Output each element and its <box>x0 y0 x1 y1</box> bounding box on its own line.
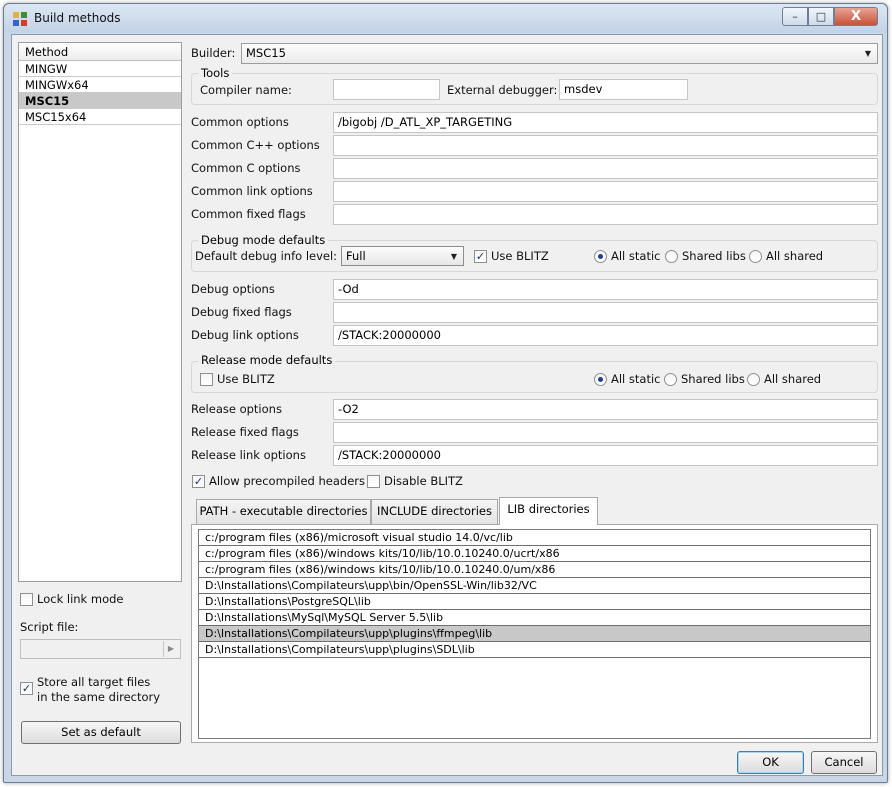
release-all-static-label: All static <box>611 372 661 386</box>
compiler-name-label: Compiler name: <box>200 83 292 97</box>
release-options-label: Release options <box>191 402 282 416</box>
common-cpp-options-input[interactable] <box>333 135 878 156</box>
script-file-label: Script file: <box>20 620 79 634</box>
ok-button[interactable]: OK <box>737 751 804 774</box>
list-item[interactable]: D:\Installations\Compilateurs\upp\plugin… <box>199 642 870 658</box>
debug-fixed-flags-input[interactable] <box>333 302 878 323</box>
debug-all-shared-label: All shared <box>766 249 824 263</box>
debug-link-options-label: Debug link options <box>191 328 299 342</box>
common-c-options-input[interactable] <box>333 158 878 179</box>
list-item[interactable]: D:\Installations\PostgreSQL\lib <box>199 594 870 610</box>
common-fixed-flags-label: Common fixed flags <box>191 207 306 221</box>
list-item[interactable]: c:/program files (x86)/windows kits/10/l… <box>199 562 870 578</box>
builder-value: MSC15 <box>246 46 286 60</box>
release-defaults-title: Release mode defaults <box>198 353 336 367</box>
debug-options-input[interactable]: -Od <box>333 279 878 300</box>
builder-select[interactable]: MSC15 ▼ <box>241 43 878 64</box>
list-item[interactable]: c:/program files (x86)/microsoft visual … <box>199 530 870 546</box>
list-item[interactable]: D:\Installations\Compilateurs\upp\bin/Op… <box>199 578 870 594</box>
common-cpp-options-label: Common C++ options <box>191 138 320 152</box>
debug-link-options-input[interactable]: /STACK:20000000 <box>333 325 878 346</box>
external-debugger-label: External debugger: <box>447 83 558 97</box>
tab-path-directories[interactable]: PATH - executable directories <box>196 499 371 524</box>
release-fixed-flags-input[interactable] <box>333 422 878 443</box>
app-icon <box>13 12 27 26</box>
debug-shared-libs-label: Shared libs <box>682 249 746 263</box>
release-all-shared-radio[interactable] <box>747 373 760 386</box>
release-link-options-input[interactable]: /STACK:20000000 <box>333 445 878 466</box>
external-debugger-input[interactable]: msdev <box>559 79 688 100</box>
tab-include-directories[interactable]: INCLUDE directories <box>371 499 498 524</box>
build-methods-window: Build methods – □ X Method MINGW MINGWx6… <box>3 3 888 783</box>
common-c-options-label: Common C options <box>191 161 301 175</box>
lock-link-mode-checkbox[interactable] <box>20 593 33 606</box>
common-fixed-flags-input[interactable] <box>333 204 878 225</box>
debug-fixed-flags-label: Debug fixed flags <box>191 305 292 319</box>
method-list-header[interactable]: Method <box>19 43 181 61</box>
precompiled-headers-checkbox[interactable]: ✓ <box>192 475 205 488</box>
release-link-options-label: Release link options <box>191 448 306 462</box>
debug-defaults-title: Debug mode defaults <box>198 233 329 247</box>
debug-info-level-select[interactable]: Full ▼ <box>341 246 464 266</box>
list-item-selected[interactable]: D:\Installations\Compilateurs\upp\plugin… <box>199 626 870 642</box>
debug-use-blitz-checkbox[interactable]: ✓ <box>474 250 487 263</box>
common-link-options-label: Common link options <box>191 184 313 198</box>
debug-shared-libs-radio[interactable] <box>665 250 678 263</box>
common-options-label: Common options <box>191 115 289 129</box>
disable-blitz-label: Disable BLITZ <box>384 474 463 488</box>
maximize-button[interactable]: □ <box>808 7 834 26</box>
store-all-checkbox[interactable]: ✓ <box>20 682 33 695</box>
debug-info-level-value: Full <box>346 249 366 263</box>
release-use-blitz-checkbox[interactable] <box>200 373 213 386</box>
debug-options-label: Debug options <box>191 282 275 296</box>
debug-all-shared-radio[interactable] <box>749 250 762 263</box>
minimize-button[interactable]: – <box>782 7 808 26</box>
method-list[interactable]: Method MINGW MINGWx64 MSC15 MSC15x64 <box>18 42 182 582</box>
list-item[interactable]: c:/program files (x86)/windows kits/10/l… <box>199 546 870 562</box>
common-link-options-input[interactable] <box>333 181 878 202</box>
release-fixed-flags-label: Release fixed flags <box>191 425 299 439</box>
cancel-button[interactable]: Cancel <box>811 751 877 774</box>
builder-label: Builder: <box>191 46 236 60</box>
lib-directories-list[interactable]: c:/program files (x86)/microsoft visual … <box>198 529 871 739</box>
title-bar[interactable]: Build methods – □ X <box>4 4 887 32</box>
debug-all-static-radio[interactable] <box>594 250 607 263</box>
window-title: Build methods <box>34 11 121 25</box>
debug-all-static-label: All static <box>611 249 661 263</box>
debug-info-level-label: Default debug info level: <box>195 249 338 263</box>
lock-link-mode-label: Lock link mode <box>37 592 124 606</box>
tab-panel: c:/program files (x86)/microsoft visual … <box>191 524 878 743</box>
common-options-input[interactable]: /bigobj /D_ATL_XP_TARGETING <box>333 112 878 133</box>
script-file-field[interactable] <box>20 639 181 659</box>
method-item[interactable]: MINGW <box>19 61 181 77</box>
release-shared-libs-radio[interactable] <box>664 373 677 386</box>
store-all-label-1: Store all target files <box>37 675 151 689</box>
chevron-down-icon: ▼ <box>450 252 458 261</box>
release-all-static-radio[interactable] <box>594 373 607 386</box>
disable-blitz-checkbox[interactable] <box>367 475 380 488</box>
release-use-blitz-label: Use BLITZ <box>217 372 275 386</box>
tools-group-title: Tools <box>198 66 233 80</box>
store-all-label-2: in the same directory <box>37 690 161 704</box>
precompiled-headers-label: Allow precompiled headers <box>209 474 365 488</box>
set-as-default-button[interactable]: Set as default <box>21 721 181 744</box>
method-item-selected[interactable]: MSC15 <box>19 93 181 109</box>
compiler-name-input[interactable] <box>333 79 440 100</box>
chevron-down-icon: ▼ <box>864 49 872 58</box>
list-item[interactable]: D:\Installations\MySql\MySQL Server 5.5\… <box>199 610 870 626</box>
method-item[interactable]: MSC15x64 <box>19 109 181 125</box>
debug-use-blitz-label: Use BLITZ <box>491 249 549 263</box>
dialog-client: Method MINGW MINGWx64 MSC15 MSC15x64 Loc… <box>11 34 883 776</box>
release-all-shared-label: All shared <box>764 372 822 386</box>
release-options-input[interactable]: -O2 <box>333 399 878 420</box>
method-item[interactable]: MINGWx64 <box>19 77 181 93</box>
release-shared-libs-label: Shared libs <box>681 372 745 386</box>
close-button[interactable]: X <box>834 7 878 26</box>
script-file-browse-icon[interactable]: ▶ <box>163 641 178 657</box>
tab-lib-directories[interactable]: LIB directories <box>499 497 598 525</box>
